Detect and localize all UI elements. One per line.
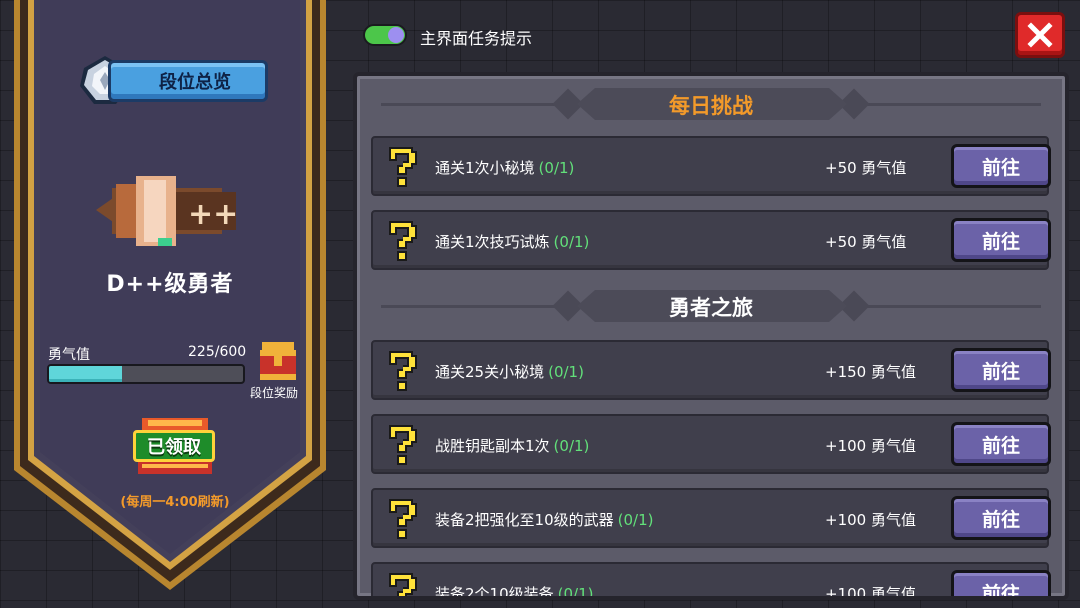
go-button[interactable]: 前往 [951,496,1051,540]
task-name-text: 装备2把强化至10级的武器 [435,511,614,529]
rank-reward-label: 段位奖励 [250,386,299,400]
rank-banner: 段位总览 ++ D++级勇者 勇气值 225/600 段位奖励 已领取 (每周一… [0,0,340,608]
section-header: 勇者之旅 [357,286,1065,326]
quest-question-icon [383,569,423,596]
go-button[interactable]: 前往 [951,218,1051,262]
task-progress: (0/1) [557,585,594,600]
go-button[interactable]: 前往 [951,570,1051,596]
task-reward: +100 勇气值 [825,511,916,529]
rank-badge-icon: ++ [96,176,238,246]
refresh-note: (每周一4:00刷新) [120,495,230,510]
task-reward: +100 勇气值 [825,437,916,455]
task-row: 装备2个10级装备 (0/1) +100 勇气值 前往 [371,562,1051,600]
task-row: 通关25关小秘境 (0/1) +150 勇气值 前往 [371,340,1051,400]
task-name: 通关1次技巧试炼 (0/1) [435,231,589,252]
svg-text:++: ++ [188,197,238,232]
task-name: 战胜钥匙副本1次 (0/1) [435,435,589,456]
task-hint-toggle[interactable] [363,24,407,46]
task-reward: +50 勇气值 [825,159,907,177]
task-progress: (0/1) [538,159,575,177]
quest-question-icon [383,143,423,191]
task-progress: (0/1) [553,437,590,455]
task-hint-toggle-label: 主界面任务提示 [420,29,533,48]
close-button[interactable] [1015,12,1065,58]
section-title: 勇者之旅 [669,296,753,320]
go-button[interactable]: 前往 [951,348,1051,392]
task-name-text: 战胜钥匙副本1次 [435,437,550,455]
section-title: 每日挑战 [669,94,753,118]
task-reward: +100 勇气值 [825,585,916,600]
task-name: 通关25关小秘境 (0/1) [435,361,584,382]
quest-question-icon [383,347,423,395]
task-name-text: 通关1次技巧试炼 [435,233,550,251]
courage-value: 225/600 [188,344,247,360]
rank-reward-chest-icon[interactable] [258,340,298,382]
claimed-badge: 已领取 [133,430,215,462]
rank-title: D++级勇者 [106,272,234,297]
task-name-text: 通关25关小秘境 [435,363,545,381]
go-button[interactable]: 前往 [951,422,1051,466]
task-reward: +150 勇气值 [825,363,916,381]
task-name: 通关1次小秘境 (0/1) [435,157,574,178]
go-button[interactable]: 前往 [951,144,1051,188]
courage-progress-bar [47,364,245,384]
task-row: 装备2把强化至10级的武器 (0/1) +100 勇气值 前往 [371,488,1051,548]
task-row: 通关1次技巧试炼 (0/1) +50 勇气值 前往 [371,210,1051,270]
task-panel: 每日挑战 通关1次小秘境 (0/1) +50 勇气值 前往 通关1次技巧试炼 (0/1) +5… [353,72,1069,600]
task-name: 装备2把强化至10级的武器 (0/1) [435,509,654,530]
rank-overview-label: 段位总览 [159,72,231,93]
rank-overview-button[interactable]: 段位总览 [108,60,268,102]
task-name: 装备2个10级装备 (0/1) [435,583,594,600]
section-header: 每日挑战 [357,84,1065,124]
task-reward: +50 勇气值 [825,233,907,251]
courage-label: 勇气值 [48,347,90,363]
quest-question-icon [383,217,423,265]
task-row: 通关1次小秘境 (0/1) +50 勇气值 前往 [371,136,1051,196]
task-name-text: 装备2个10级装备 [435,585,554,600]
toggle-knob [388,27,404,43]
quest-question-icon [383,495,423,543]
task-progress: (0/1) [553,233,590,251]
task-name-text: 通关1次小秘境 [435,159,535,177]
task-progress: (0/1) [548,363,584,381]
courage-progress-fill [49,366,122,382]
close-icon [1027,22,1053,48]
task-row: 战胜钥匙副本1次 (0/1) +100 勇气值 前往 [371,414,1051,474]
quest-question-icon [383,421,423,469]
task-progress: (0/1) [617,511,654,529]
